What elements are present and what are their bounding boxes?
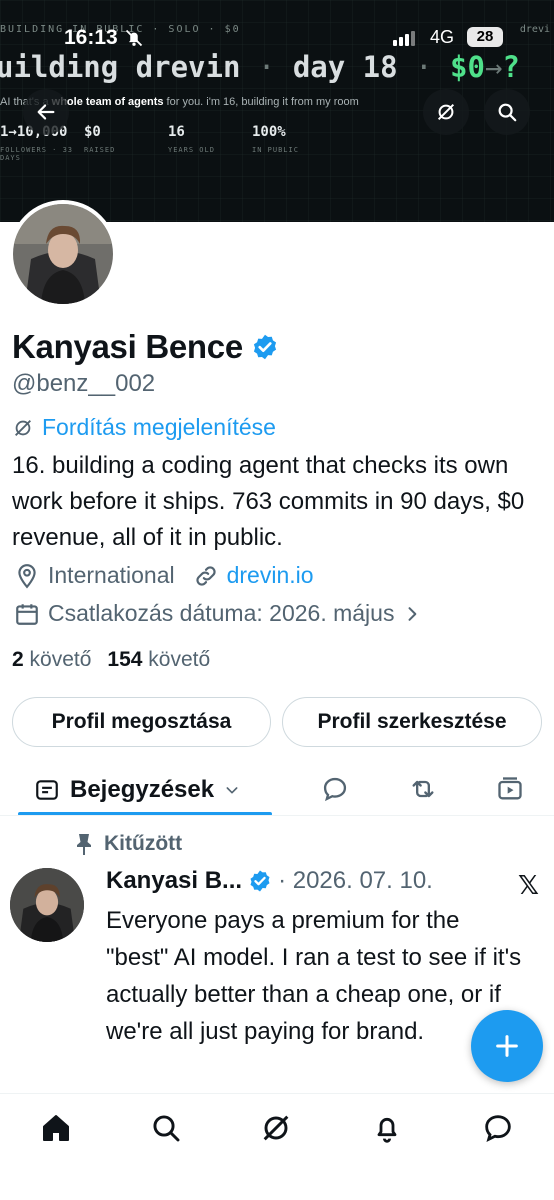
avatar-image xyxy=(13,204,113,304)
banner-stat: $0 RAISED xyxy=(84,124,116,154)
avatar-image xyxy=(10,868,84,942)
pin-icon xyxy=(77,834,91,855)
tab-posts-label: Bejegyzések xyxy=(70,776,215,803)
tab-media[interactable] xyxy=(496,775,524,803)
chevron-right-icon xyxy=(408,606,417,621)
banner-title-day: day 18 xyxy=(292,50,398,84)
banner-title-money: $0 xyxy=(450,50,485,84)
profile-handle: @benz__002 xyxy=(12,370,156,397)
signal-icon xyxy=(393,31,415,46)
battery-indicator: 28 xyxy=(467,27,503,47)
following-link[interactable]: 2 követő xyxy=(12,648,91,672)
plus-icon xyxy=(496,1035,518,1057)
banner-title-question: ? xyxy=(502,50,520,84)
verified-badge-icon[interactable] xyxy=(251,333,279,361)
arrow-left-icon xyxy=(37,104,55,120)
grok-button[interactable] xyxy=(423,89,469,135)
translate-bio-link[interactable]: Fordítás megjelenítése xyxy=(12,414,276,441)
x-logo-icon: 𝕏 xyxy=(518,870,539,900)
bell-icon[interactable] xyxy=(371,1112,403,1144)
search-button[interactable] xyxy=(484,89,530,135)
tweet-text[interactable]: Everyone pays a premium for the "best" A… xyxy=(106,902,526,1050)
share-profile-button[interactable]: Profil megosztása xyxy=(12,697,271,747)
translate-label: Fordítás megjelenítése xyxy=(42,414,276,440)
profile-joined-row[interactable]: Csatlakozás dátuma: 2026. május xyxy=(14,600,422,627)
profile-website-link[interactable]: drevin.io xyxy=(227,562,314,589)
banner-title-arrow: → xyxy=(484,50,503,84)
profile-banner[interactable]: BUILDING IN PUBLIC · SOLO · $0 drevi uil… xyxy=(0,0,554,222)
posts-icon xyxy=(36,780,58,800)
verified-badge-icon xyxy=(250,870,270,892)
bell-muted-icon xyxy=(125,29,143,47)
profile-name-row: Kanyasi Bence xyxy=(12,328,279,366)
search-icon xyxy=(498,103,517,122)
tab-replies[interactable] xyxy=(321,775,349,803)
status-time: 16:13 xyxy=(64,26,118,49)
follow-counts: 2 követő 154 követő xyxy=(12,648,210,672)
compose-button[interactable] xyxy=(471,1010,543,1082)
tabs-divider xyxy=(0,815,554,816)
bottom-nav xyxy=(0,1093,554,1200)
location-pin-icon xyxy=(18,563,36,588)
pinned-label: Kitűzött xyxy=(104,832,183,855)
grok-icon xyxy=(15,419,31,436)
tweet-author-avatar[interactable] xyxy=(10,868,84,942)
pinned-indicator: Kitűzött xyxy=(74,832,182,856)
profile-tabs: Bejegyzések xyxy=(0,765,554,816)
home-icon[interactable] xyxy=(40,1112,72,1144)
banner-stat: 100% IN PUBLIC xyxy=(252,124,299,154)
banner-stat: 16 YEARS OLD xyxy=(168,124,215,154)
back-button[interactable] xyxy=(23,89,69,135)
grok-icon[interactable] xyxy=(260,1112,292,1144)
search-icon[interactable] xyxy=(150,1112,182,1144)
messages-icon[interactable] xyxy=(482,1112,514,1144)
profile-meta-row: International drevin.io xyxy=(14,562,314,589)
network-type: 4G xyxy=(430,27,455,47)
grok-icon xyxy=(437,103,455,121)
calendar-icon xyxy=(16,603,38,625)
banner-top-line: BUILDING IN PUBLIC · SOLO · $0 xyxy=(0,24,241,35)
profile-avatar[interactable] xyxy=(9,200,117,308)
tab-posts[interactable]: Bejegyzések xyxy=(18,765,272,815)
banner-title: uilding drevin · day 18 · $0→? xyxy=(0,50,520,84)
chevron-down-icon xyxy=(226,787,238,794)
profile-name: Kanyasi Bence xyxy=(12,328,243,365)
tab-reposts[interactable] xyxy=(408,775,438,803)
tweet-header: Kanyasi B... · 2026. 07. 10. xyxy=(106,867,433,895)
profile-bio: 16. building a coding agent that checks … xyxy=(12,452,525,551)
link-icon xyxy=(195,565,216,586)
tweet-author-name[interactable]: Kanyasi B... xyxy=(106,867,242,895)
followers-link[interactable]: 154 követő xyxy=(107,648,210,672)
profile-location: International xyxy=(48,562,175,588)
banner-title-prefix: uilding drevin xyxy=(0,50,241,84)
profile-joined: Csatlakozás dátuma: 2026. május xyxy=(48,600,395,626)
tweet-date: · 2026. 07. 10. xyxy=(278,867,433,894)
banner-top-right: drevi xyxy=(519,24,550,35)
edit-profile-button[interactable]: Profil szerkesztése xyxy=(282,697,542,747)
